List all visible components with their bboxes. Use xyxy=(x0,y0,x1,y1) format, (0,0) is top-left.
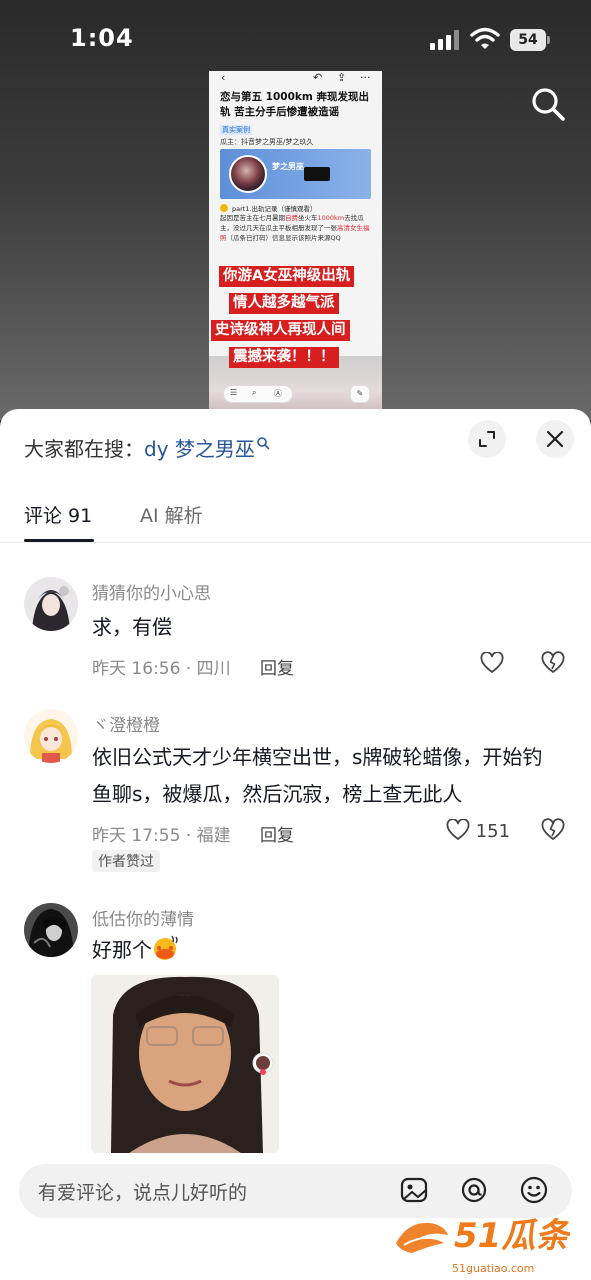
body-text-4: （瓜条已打码）信息显示该照片来源QQ xyxy=(226,234,341,242)
expand-icon xyxy=(479,431,495,447)
preview-nav: ‹ ↶ ⇪ ··· xyxy=(221,71,371,84)
body-highlight-2: 1000km xyxy=(317,214,345,222)
avatar[interactable] xyxy=(24,577,78,631)
battery-tip xyxy=(547,36,550,44)
comment-text: 求，有偿 xyxy=(92,615,172,639)
avatar[interactable] xyxy=(24,709,78,763)
comment-sheet: 大家都在搜：dy 梦之男巫 评论 91 AI 解析 猜猜你的小心思 求，有偿 昨… xyxy=(0,409,591,1280)
comment-text-body: 好那个 xyxy=(92,938,152,962)
check-icon xyxy=(220,204,228,212)
signal-icon xyxy=(430,30,459,50)
image-icon[interactable] xyxy=(399,1175,429,1205)
preview-tag: 真实案例 xyxy=(220,125,252,135)
preview-body: 起因是苦主在七月暑期自费坐火车1000km去找瓜主，没过几天在瓜主平板相册发现了… xyxy=(220,213,375,243)
broken-heart-icon[interactable] xyxy=(541,818,565,842)
embarrassed-duck-emoji-icon xyxy=(154,935,178,960)
active-tab-indicator xyxy=(24,539,94,542)
like-button[interactable] xyxy=(480,651,504,675)
comment-username[interactable]: ヾ澄橙橙 xyxy=(92,711,160,736)
preview-banner-1: 你游A女巫神级出轨 xyxy=(219,266,355,287)
close-icon xyxy=(546,430,564,448)
comment-photo xyxy=(91,975,279,1153)
watermark-url: 51guatiao.com xyxy=(452,1262,535,1275)
comment-meta: 昨天 16:56 · 四川 xyxy=(92,659,231,679)
battery-indicator: 54 xyxy=(510,29,550,51)
body-highlight-1: 自费 xyxy=(285,214,298,222)
search-icon[interactable] xyxy=(528,84,568,124)
emoji-icon[interactable] xyxy=(519,1175,549,1205)
preview-banner-3: 史诗级神人再现人间 xyxy=(211,320,350,341)
tab-ai-analysis[interactable]: AI 解析 xyxy=(140,501,203,528)
watermark-logo: 51瓜条 xyxy=(396,1216,570,1255)
body-text-2: 坐火车 xyxy=(298,214,318,222)
wifi-icon xyxy=(470,27,500,49)
preview-part-text: part1.出轨记录（谨慎观看） xyxy=(232,205,317,213)
comment-meta: 昨天 17:55 · 福建 xyxy=(92,826,231,846)
preview-card-name: 梦之男巫 xyxy=(272,162,304,171)
at-icon: Ⓐ xyxy=(274,389,282,398)
reply-button[interactable]: 回复 xyxy=(260,821,294,846)
comment-tabs: 评论 91 AI 解析 xyxy=(0,495,591,543)
mention-icon[interactable] xyxy=(459,1175,489,1205)
like-button[interactable]: 151 xyxy=(446,818,511,842)
watermark-text: 51瓜条 xyxy=(454,1216,570,1255)
preview-toolbar: ☰ ⌕ Ⓐ xyxy=(223,385,293,403)
list-icon: ☰ xyxy=(230,388,238,397)
redaction-block xyxy=(304,167,330,181)
avatar[interactable] xyxy=(24,903,78,957)
video-preview[interactable]: ‹ ↶ ⇪ ··· 恋与第五 1000km 奔现发现出轨 苦主分手后惨遭被造谣 … xyxy=(209,71,382,411)
preview-source: 瓜主：抖音梦之男巫/梦之玖久 xyxy=(220,138,314,146)
comment-text: 依旧公式天才少年横空出世，s牌破轮蜡像，开始钓鱼聊s，被爆瓜，然后沉寂，榜上查无… xyxy=(92,745,543,806)
status-time: 1:04 xyxy=(70,24,134,52)
preview-title: 恋与第五 1000km 奔现发现出轨 苦主分手后惨遭被造谣 xyxy=(220,91,369,118)
reply-button[interactable]: 回复 xyxy=(260,654,294,679)
tab-comments[interactable]: 评论 91 xyxy=(24,501,92,528)
trending-prefix: 大家都在搜： xyxy=(24,437,144,461)
like-count: 151 xyxy=(475,821,511,842)
compose-icon: ✎ xyxy=(350,385,370,403)
heart-icon xyxy=(480,651,504,673)
comment-username[interactable]: 低估你的薄情 xyxy=(92,905,194,930)
attach-icon: ⌕ xyxy=(252,388,257,397)
preview-banner-4: 震撼来袭！！！ xyxy=(229,347,339,368)
preview-avatar xyxy=(229,155,267,193)
preview-profile-card: 梦之男巫 xyxy=(220,149,371,199)
heart-icon xyxy=(446,818,470,840)
author-liked-badge: 作者赞过 xyxy=(92,850,160,872)
trending-search[interactable]: 大家都在搜：dy 梦之男巫 xyxy=(24,433,270,462)
comment-image[interactable] xyxy=(91,975,279,1153)
body-text-1: 起因是苦主在七月暑期 xyxy=(220,214,285,222)
broken-heart-icon[interactable] xyxy=(541,651,565,675)
trending-keyword[interactable]: dy 梦之男巫 xyxy=(144,437,255,461)
preview-part-label: part1.出轨记录（谨慎观看） xyxy=(220,203,317,213)
status-bar: 1:04 54 xyxy=(0,0,591,80)
comment-input-bar: 有爱评论，说点儿好听的 51瓜条 51guatiao.com xyxy=(0,1154,591,1280)
close-button[interactable] xyxy=(536,420,574,458)
expand-button[interactable] xyxy=(468,420,506,458)
video-background: 1:04 54 ‹ ↶ ⇪ ··· 恋与第五 1000km 奔现发现出轨 苦主分… xyxy=(0,0,591,420)
comment-text: 好那个 xyxy=(92,932,562,969)
comment-input-placeholder: 有爱评论，说点儿好听的 xyxy=(38,1182,248,1204)
comment-username[interactable]: 猜猜你的小心思 xyxy=(92,579,211,604)
battery-level: 54 xyxy=(510,29,546,51)
search-icon xyxy=(257,437,270,450)
preview-banner-2: 情人越多越气派 xyxy=(229,293,339,314)
